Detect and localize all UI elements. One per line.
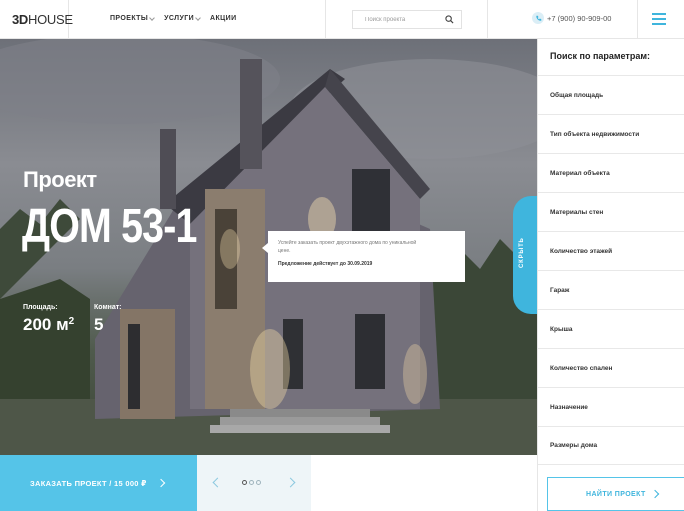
logo-house: HOUSE: [28, 12, 73, 27]
arrow-right-icon: [156, 478, 166, 488]
phone-icon: [532, 12, 544, 24]
panel-title: Поиск по параметрам:: [550, 51, 650, 61]
rooms-label: Комнат:: [94, 304, 122, 311]
menu-icon[interactable]: [652, 13, 666, 25]
arrow-right-icon: [650, 489, 660, 499]
nav-item-label: ПРОЕКТЫ: [110, 15, 149, 22]
promo-popup: Успейте заказать проект двухэтажного дом…: [262, 231, 465, 282]
search-input[interactable]: [353, 11, 445, 28]
main-nav: ПРОЕКТЫ УСЛУГИ АКЦИИ: [110, 14, 237, 22]
filter-purpose[interactable]: Назначение: [538, 387, 684, 426]
slider-dot[interactable]: [242, 480, 247, 485]
filter-panel: Поиск по параметрам: Общая площадь Тип о…: [537, 39, 684, 511]
filter-property-type[interactable]: Тип объекта недвижимости: [538, 114, 684, 153]
area-label: Площадь:: [23, 304, 58, 311]
filter-roof[interactable]: Крыша: [538, 309, 684, 348]
order-button-label: ЗАКАЗАТЬ ПРОЕКТ / 15 000 ₽: [30, 478, 147, 488]
header-divider: [325, 0, 326, 39]
area-stat: Площадь: 200 м2: [23, 304, 74, 335]
filter-list: Общая площадь Тип объекта недвижимости М…: [538, 75, 684, 465]
nav-item-promotions[interactable]: АКЦИИ: [210, 15, 237, 22]
chevron-right-icon[interactable]: [285, 477, 296, 488]
rooms-value: 5: [94, 315, 104, 334]
find-project-button[interactable]: НАЙТИ ПРОЕКТ: [547, 477, 684, 511]
hide-tab-label: СКРЫТЬ: [519, 237, 525, 268]
phone-number: +7 (900) 90-909-00: [547, 13, 612, 23]
filter-bedrooms[interactable]: Количество спален: [538, 348, 684, 387]
filter-wall-materials[interactable]: Материалы стен: [538, 192, 684, 231]
hero-banner: Проект ДОМ 53-1 Площадь: 200 м2 Комнат: …: [0, 39, 537, 455]
nav-item-projects[interactable]: ПРОЕКТЫ: [110, 14, 155, 22]
logo-text: 3DHOUSE: [12, 12, 73, 27]
filter-object-material[interactable]: Материал объекта: [538, 153, 684, 192]
slider-dot[interactable]: [256, 480, 261, 485]
logo-3d: 3D: [12, 12, 29, 27]
filter-floors[interactable]: Количество этажей: [538, 231, 684, 270]
slider-dots: [242, 480, 261, 485]
area-value: 200 м2: [23, 315, 75, 334]
hero-label: Проект: [23, 167, 97, 192]
filter-garage[interactable]: Гараж: [538, 270, 684, 309]
slider-controls: [197, 455, 311, 511]
bottom-spacer: [311, 455, 537, 511]
header-divider: [487, 0, 488, 39]
hide-panel-tab[interactable]: СКРЫТЬ: [513, 196, 537, 314]
nav-item-services[interactable]: УСЛУГИ: [164, 14, 201, 22]
slider-dot[interactable]: [249, 480, 254, 485]
rooms-stat: Комнат: 5: [94, 304, 122, 335]
search-box: [352, 10, 462, 29]
logo[interactable]: 3DHOUSE: [0, 0, 73, 39]
hero-title: ДОМ 53-1: [22, 200, 197, 253]
header-divider: [637, 0, 638, 39]
header: 3DHOUSE ПРОЕКТЫ УСЛУГИ АКЦИИ +7 (900) 90…: [0, 0, 684, 39]
nav-item-label: УСЛУГИ: [164, 15, 195, 22]
popup-offer: Предложение действует до 30.09.2019: [278, 261, 373, 267]
order-project-button[interactable]: ЗАКАЗАТЬ ПРОЕКТ / 15 000 ₽: [0, 455, 197, 511]
chevron-down-icon: [195, 14, 201, 21]
popup-text: Успейте заказать проект двухэтажного дом…: [278, 240, 417, 254]
filter-house-size[interactable]: Размеры дома: [538, 426, 684, 465]
filter-total-area[interactable]: Общая площадь: [538, 75, 684, 114]
nav-item-label: АКЦИИ: [210, 15, 237, 22]
chevron-down-icon: [149, 14, 155, 21]
search-icon[interactable]: [445, 15, 454, 24]
find-button-label: НАЙТИ ПРОЕКТ: [586, 490, 646, 498]
phone[interactable]: +7 (900) 90-909-00: [532, 12, 611, 24]
chevron-left-icon[interactable]: [212, 477, 223, 488]
